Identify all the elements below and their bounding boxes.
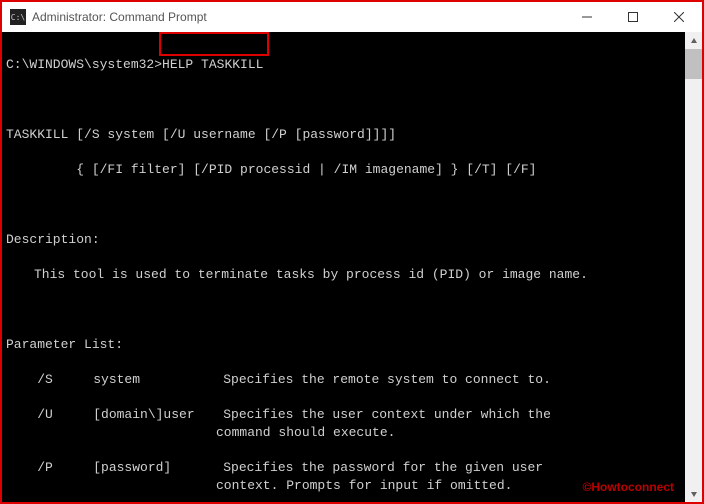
param-desc: Specifies the password for the given use…	[223, 459, 543, 477]
param-flag: /U	[37, 406, 93, 424]
typed-command: HELP TASKKILL	[162, 57, 263, 72]
param-row: /P [password]Specifies the password for …	[6, 459, 698, 477]
scroll-up-button[interactable]	[685, 32, 702, 49]
usage-line: { [/FI filter] [/PID processid | /IM ima…	[6, 161, 698, 179]
minimize-button[interactable]	[564, 2, 610, 32]
window-title: Administrator: Command Prompt	[32, 10, 564, 24]
param-flag: /S	[37, 371, 93, 389]
window-titlebar: C:\ Administrator: Command Prompt	[2, 2, 702, 32]
prompt-path: C:\WINDOWS\system32>	[6, 57, 162, 72]
scroll-thumb[interactable]	[685, 49, 702, 79]
usage-line: TASKKILL [/S system [/U username [/P [pa…	[6, 126, 698, 144]
param-arg: [domain\]user	[93, 406, 223, 424]
description-heading: Description:	[6, 231, 698, 249]
param-desc: Specifies the user context under which t…	[223, 406, 551, 424]
param-row: /S systemSpecifies the remote system to …	[6, 371, 698, 389]
terminal-output[interactable]: C:\WINDOWS\system32>HELP TASKKILL TASKKI…	[2, 32, 702, 502]
description-text: This tool is used to terminate tasks by …	[6, 266, 698, 284]
window-controls	[564, 2, 702, 32]
close-button[interactable]	[656, 2, 702, 32]
vertical-scrollbar[interactable]	[685, 32, 702, 502]
maximize-button[interactable]	[610, 2, 656, 32]
param-arg: system	[93, 371, 223, 389]
param-list-heading: Parameter List:	[6, 336, 698, 354]
cmd-icon: C:\	[10, 9, 26, 25]
watermark-text: ©Howtoconnect	[582, 480, 674, 494]
param-desc: Specifies the remote system to connect t…	[223, 371, 551, 389]
scroll-track[interactable]	[685, 49, 702, 485]
param-flag: /P	[37, 459, 93, 477]
param-row: /U [domain\]userSpecifies the user conte…	[6, 406, 698, 424]
param-arg: [password]	[93, 459, 223, 477]
param-desc-cont: command should execute.	[6, 424, 698, 442]
scroll-down-button[interactable]	[685, 485, 702, 502]
